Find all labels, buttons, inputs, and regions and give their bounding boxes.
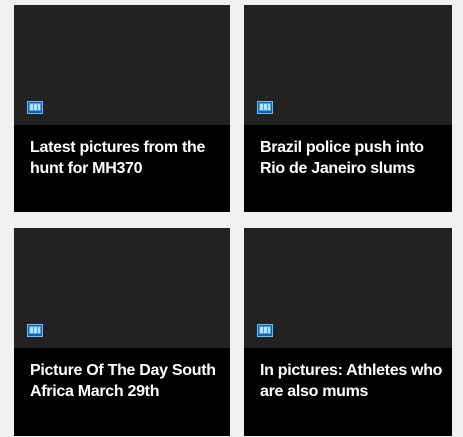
gallery-title[interactable]: Picture Of The Day South Africa March 29… <box>30 360 222 402</box>
gallery-grid: Latest pictures from the hunt for MH370 … <box>0 0 463 437</box>
gallery-thumbnail[interactable] <box>14 228 230 348</box>
gallery-thumbnail[interactable] <box>244 228 452 348</box>
gallery-card[interactable]: Latest pictures from the hunt for MH370 <box>14 5 230 212</box>
gallery-icon <box>257 101 273 114</box>
gallery-card[interactable]: In pictures: Athletes who are also mums <box>244 228 452 436</box>
gallery-thumbnail[interactable] <box>244 5 452 125</box>
gallery-title[interactable]: In pictures: Athletes who are also mums <box>260 360 444 402</box>
gallery-icon <box>257 324 273 337</box>
gallery-thumbnail[interactable] <box>14 5 230 125</box>
gallery-icon <box>27 324 43 337</box>
gallery-title[interactable]: Brazil police push into Rio de Janeiro s… <box>260 137 444 179</box>
gallery-card[interactable]: Picture Of The Day South Africa March 29… <box>14 228 230 436</box>
gallery-card[interactable]: Brazil police push into Rio de Janeiro s… <box>244 5 452 212</box>
gallery-icon <box>27 101 43 114</box>
gallery-title[interactable]: Latest pictures from the hunt for MH370 <box>30 137 222 179</box>
